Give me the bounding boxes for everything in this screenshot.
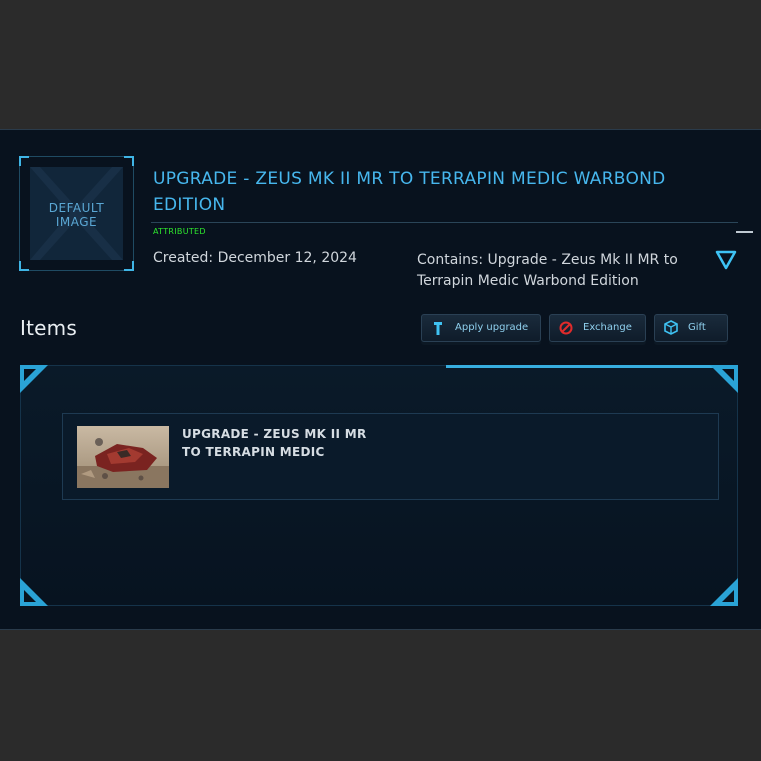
container-corner [710, 578, 738, 606]
apply-upgrade-label: Apply upgrade [455, 322, 529, 333]
list-item[interactable]: UPGRADE - ZEUS MK II MR TO TERRAPIN MEDI… [62, 413, 719, 500]
gift-button[interactable]: Gift [654, 314, 728, 342]
status-badge: ATTRIBUTED [153, 227, 206, 236]
exchange-label: Exchange [583, 322, 632, 333]
gift-label: Gift [688, 322, 706, 333]
pledge-panel: DEFAULT IMAGE UPGRADE - ZEUS MK II MR TO… [0, 129, 761, 630]
ship-thumbnail [77, 426, 169, 488]
items-container: UPGRADE - ZEUS MK II MR TO TERRAPIN MEDI… [20, 365, 738, 606]
container-corner [20, 365, 48, 393]
default-image-line2: IMAGE [55, 215, 98, 229]
expand-triangle-icon[interactable] [714, 248, 738, 272]
item-name: UPGRADE - ZEUS MK II MR TO TERRAPIN MEDI… [182, 427, 367, 459]
frame-corner [19, 261, 29, 271]
default-image-label: DEFAULT IMAGE [30, 201, 123, 229]
exchange-circle-icon [559, 321, 573, 335]
pledge-thumbnail: DEFAULT IMAGE [19, 156, 134, 271]
container-accent-line [446, 365, 714, 368]
container-corner [20, 578, 48, 606]
title-divider [151, 222, 738, 223]
exchange-button[interactable]: Exchange [549, 314, 646, 342]
default-image-placeholder: DEFAULT IMAGE [30, 167, 123, 260]
items-heading: Items [20, 316, 77, 340]
gift-cube-icon [664, 320, 678, 335]
container-corner [710, 365, 738, 393]
frame-corner [19, 156, 29, 166]
apply-upgrade-button[interactable]: Apply upgrade [421, 314, 541, 342]
upgrade-arrow-icon [434, 322, 442, 335]
frame-corner [124, 261, 134, 271]
default-image-line1: DEFAULT [48, 201, 105, 215]
collapse-dash-icon[interactable] [736, 231, 753, 233]
contains-text: Contains: Upgrade - Zeus Mk II MR to Ter… [417, 252, 678, 289]
frame-corner [124, 156, 134, 166]
created-date: Created: December 12, 2024 [153, 250, 357, 266]
pledge-title: UPGRADE - ZEUS MK II MR TO TERRAPIN MEDI… [153, 169, 666, 215]
